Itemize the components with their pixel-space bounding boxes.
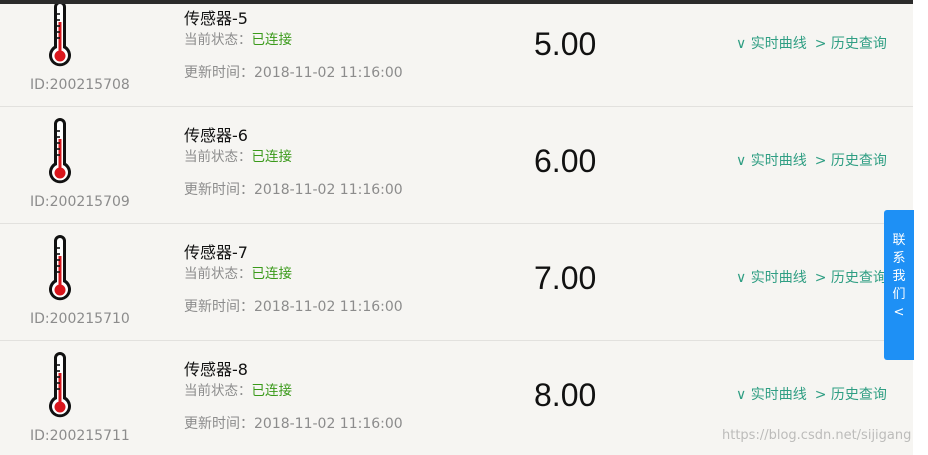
contact-us-button[interactable]: 联 系 我 们 < — [884, 210, 914, 360]
status-label: 当前状态： — [184, 149, 252, 165]
status-value: 已连接 — [251, 32, 293, 48]
status-value: 已连接 — [251, 149, 293, 165]
time-label: 更新时间： — [184, 416, 254, 432]
device-id: ID:200215711 — [30, 428, 130, 444]
time-label: 更新时间： — [184, 182, 254, 198]
row-actions: ∨ 实时曲线 > 历史查询 — [736, 384, 887, 404]
watermark: https://blog.csdn.net/sijigang — [722, 428, 912, 443]
contact-char: 联 — [892, 233, 906, 248]
history-query-link[interactable]: > 历史查询 — [815, 153, 887, 169]
sensor-row: ID:200215708 传感器-5 当前状态：已连接 更新时间：2018-11… — [0, 4, 913, 107]
sensor-row: ID:200215709 传感器-6 当前状态：已连接 更新时间：2018-11… — [0, 107, 913, 224]
sensor-value: 8.00 — [534, 377, 597, 413]
connection-status: 当前状态：已连接 — [184, 379, 292, 399]
contact-char: 们 — [892, 287, 906, 302]
status-label: 当前状态： — [184, 266, 252, 282]
sensor-name: 传感器-6 — [184, 126, 248, 145]
contact-char: 我 — [892, 269, 906, 284]
sensor-name: 传感器-8 — [184, 360, 248, 379]
collapse-arrow-icon: < — [893, 305, 905, 320]
connection-status: 当前状态：已连接 — [184, 145, 292, 165]
status-value: 已连接 — [251, 266, 293, 282]
status-label: 当前状态： — [184, 32, 252, 48]
sensor-row: ID:200215710 传感器-7 当前状态：已连接 更新时间：2018-11… — [0, 224, 913, 341]
row-actions: ∨ 实时曲线 > 历史查询 — [736, 150, 887, 170]
thermometer-icon — [49, 4, 71, 67]
history-query-link[interactable]: > 历史查询 — [815, 36, 887, 52]
connection-status: 当前状态：已连接 — [184, 28, 292, 48]
thermometer-icon — [49, 352, 71, 418]
time-value: 2018-11-02 11:16:00 — [254, 299, 403, 315]
update-time: 更新时间：2018-11-02 11:16:00 — [184, 296, 403, 316]
realtime-curve-link[interactable]: ∨ 实时曲线 — [736, 153, 807, 169]
sensor-value: 5.00 — [534, 26, 597, 62]
time-value: 2018-11-02 11:16:00 — [254, 182, 403, 198]
realtime-curve-link[interactable]: ∨ 实时曲线 — [736, 270, 807, 286]
status-label: 当前状态： — [184, 383, 252, 399]
update-time: 更新时间：2018-11-02 11:16:00 — [184, 62, 403, 82]
history-query-link[interactable]: > 历史查询 — [815, 387, 887, 403]
sensor-value: 7.00 — [534, 260, 597, 296]
time-label: 更新时间： — [184, 299, 254, 315]
status-value: 已连接 — [251, 383, 293, 399]
device-id: ID:200215708 — [30, 77, 130, 93]
device-id: ID:200215709 — [30, 194, 130, 210]
history-query-link[interactable]: > 历史查询 — [815, 270, 887, 286]
thermometer-icon — [49, 118, 71, 184]
realtime-curve-link[interactable]: ∨ 实时曲线 — [736, 387, 807, 403]
sensor-name: 传感器-5 — [184, 9, 248, 28]
row-actions: ∨ 实时曲线 > 历史查询 — [736, 33, 887, 53]
realtime-curve-link[interactable]: ∨ 实时曲线 — [736, 36, 807, 52]
connection-status: 当前状态：已连接 — [184, 262, 292, 282]
row-actions: ∨ 实时曲线 > 历史查询 — [736, 267, 887, 287]
scrollbar-track[interactable] — [913, 0, 928, 455]
time-label: 更新时间： — [184, 65, 254, 81]
update-time: 更新时间：2018-11-02 11:16:00 — [184, 179, 403, 199]
sensor-value: 6.00 — [534, 143, 597, 179]
contact-char: 系 — [892, 251, 906, 266]
thermometer-icon — [49, 235, 71, 301]
time-value: 2018-11-02 11:16:00 — [254, 416, 403, 432]
update-time: 更新时间：2018-11-02 11:16:00 — [184, 413, 403, 433]
time-value: 2018-11-02 11:16:00 — [254, 65, 403, 81]
sensor-list: ID:200215708 传感器-5 当前状态：已连接 更新时间：2018-11… — [0, 4, 913, 455]
device-id: ID:200215710 — [30, 311, 130, 327]
sensor-name: 传感器-7 — [184, 243, 248, 262]
